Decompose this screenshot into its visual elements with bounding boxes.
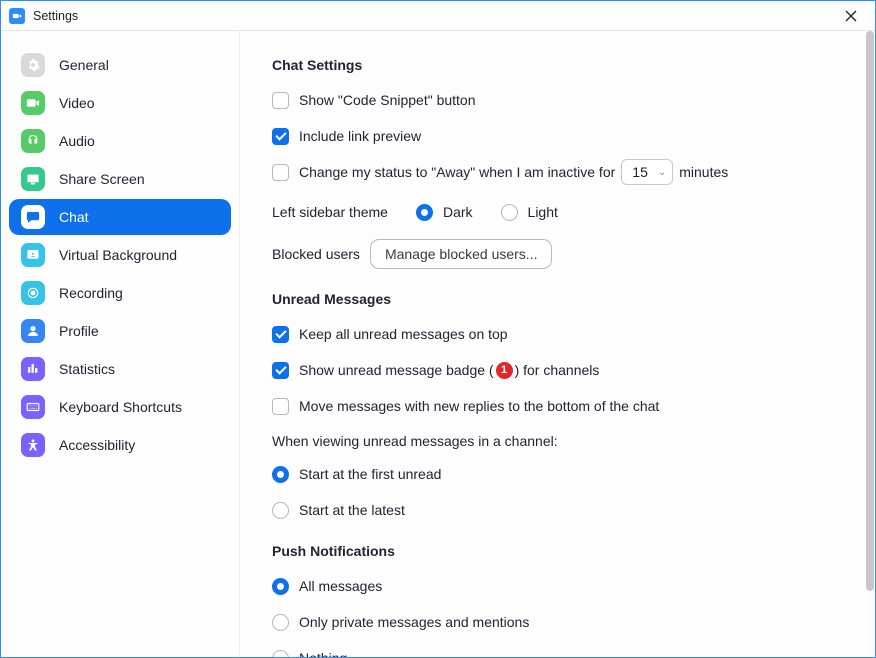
checkbox-link-preview[interactable] — [272, 128, 289, 145]
sidebar-item-accessibility[interactable]: Accessibility — [9, 427, 231, 463]
label-away-prefix: Change my status to "Away" when I am ina… — [299, 164, 615, 180]
label-viewing-unread: When viewing unread messages in a channe… — [272, 433, 843, 449]
label-sidebar-theme: Left sidebar theme — [272, 204, 388, 220]
window-title: Settings — [33, 9, 78, 23]
radio-icon — [272, 466, 289, 483]
radio-group-push: All messages Only private messages and me… — [272, 571, 843, 657]
sidebar-item-recording[interactable]: Recording — [9, 275, 231, 311]
radio-label: Dark — [443, 204, 473, 220]
sidebar: General Video Audio Share Screen Chat Virtual… — [1, 31, 240, 657]
sidebar-item-chat[interactable]: Chat — [9, 199, 231, 235]
checkbox-code-snippet[interactable] — [272, 92, 289, 109]
radio-viewing-start-at-the-first-unread[interactable]: Start at the first unread — [272, 459, 843, 489]
vb-icon — [21, 243, 45, 267]
sidebar-item-profile[interactable]: Profile — [9, 313, 231, 349]
sidebar-item-label: Accessibility — [59, 437, 135, 453]
section-heading-chat: Chat Settings — [272, 57, 843, 73]
radio-icon — [272, 578, 289, 595]
main-panel: Chat Settings Show "Code Snippet" button… — [240, 31, 875, 657]
share-icon — [21, 167, 45, 191]
radio-viewing-start-at-the-latest[interactable]: Start at the latest — [272, 495, 843, 525]
access-icon — [21, 433, 45, 457]
radio-icon — [416, 204, 433, 221]
sidebar-item-label: Profile — [59, 323, 99, 339]
profile-icon — [21, 319, 45, 343]
gear-icon — [21, 53, 45, 77]
radio-group-viewing: Start at the first unread Start at the la… — [272, 459, 843, 525]
checkbox-keep-on-top[interactable] — [272, 326, 289, 343]
audio-icon — [21, 129, 45, 153]
sidebar-item-label: Audio — [59, 133, 95, 149]
video-icon — [21, 91, 45, 115]
section-heading-push: Push Notifications — [272, 543, 843, 559]
label-blocked-users: Blocked users — [272, 246, 360, 262]
select-away-value: 15 — [632, 164, 648, 180]
sidebar-item-label: Keyboard Shortcuts — [59, 399, 182, 415]
unread-badge-icon: 1 — [496, 362, 513, 379]
radio-icon — [272, 614, 289, 631]
label-keep-on-top: Keep all unread messages on top — [299, 326, 508, 342]
radio-push-only-private-messages-and-mentions[interactable]: Only private messages and mentions — [272, 607, 843, 637]
keyboard-icon — [21, 395, 45, 419]
radio-icon — [501, 204, 518, 221]
sidebar-item-audio[interactable]: Audio — [9, 123, 231, 159]
sidebar-item-label: Virtual Background — [59, 247, 177, 263]
sidebar-item-label: Statistics — [59, 361, 115, 377]
sidebar-item-general[interactable]: General — [9, 47, 231, 83]
sidebar-item-label: Recording — [59, 285, 123, 301]
radio-label: Only private messages and mentions — [299, 614, 529, 630]
label-badge-prefix: Show unread message badge ( — [299, 362, 494, 378]
scrollbar-thumb[interactable] — [866, 31, 874, 591]
radio-label: Start at the latest — [299, 502, 405, 518]
app-icon — [9, 8, 25, 24]
sidebar-item-video[interactable]: Video — [9, 85, 231, 121]
close-button[interactable] — [837, 2, 865, 30]
titlebar: Settings — [1, 1, 875, 31]
chevron-down-icon: ⌄ — [658, 167, 666, 178]
label-link-preview: Include link preview — [299, 128, 421, 144]
label-badge-suffix: ) for channels — [515, 362, 600, 378]
sidebar-item-virtual-background[interactable]: Virtual Background — [9, 237, 231, 273]
sidebar-item-statistics[interactable]: Statistics — [9, 351, 231, 387]
section-heading-unread: Unread Messages — [272, 291, 843, 307]
checkbox-move-bottom[interactable] — [272, 398, 289, 415]
radio-theme-light[interactable]: Light — [501, 204, 558, 221]
radio-icon — [272, 502, 289, 519]
radio-push-nothing[interactable]: Nothing — [272, 643, 843, 657]
sidebar-item-label: Video — [59, 95, 95, 111]
radio-label: Light — [528, 204, 558, 220]
radio-label: Nothing — [299, 650, 347, 657]
sidebar-item-label: Share Screen — [59, 171, 145, 187]
radio-label: All messages — [299, 578, 382, 594]
chat-icon — [21, 205, 45, 229]
radio-label: Start at the first unread — [299, 466, 441, 482]
stats-icon — [21, 357, 45, 381]
radio-theme-dark[interactable]: Dark — [416, 204, 473, 221]
sidebar-item-keyboard-shortcuts[interactable]: Keyboard Shortcuts — [9, 389, 231, 425]
sidebar-item-label: General — [59, 57, 109, 73]
record-icon — [21, 281, 45, 305]
label-code-snippet: Show "Code Snippet" button — [299, 92, 476, 108]
sidebar-item-label: Chat — [59, 209, 89, 225]
label-away-suffix: minutes — [679, 164, 728, 180]
checkbox-away-status[interactable] — [272, 164, 289, 181]
select-away-minutes[interactable]: 15 ⌄ — [621, 159, 673, 185]
label-move-bottom: Move messages with new replies to the bo… — [299, 398, 659, 414]
radio-icon — [272, 650, 289, 658]
sidebar-item-share-screen[interactable]: Share Screen — [9, 161, 231, 197]
manage-blocked-users-button[interactable]: Manage blocked users... — [370, 239, 553, 269]
close-icon — [845, 10, 857, 22]
checkbox-show-badge[interactable] — [272, 362, 289, 379]
radio-group-theme: Dark Light — [416, 204, 558, 221]
radio-push-all-messages[interactable]: All messages — [272, 571, 843, 601]
